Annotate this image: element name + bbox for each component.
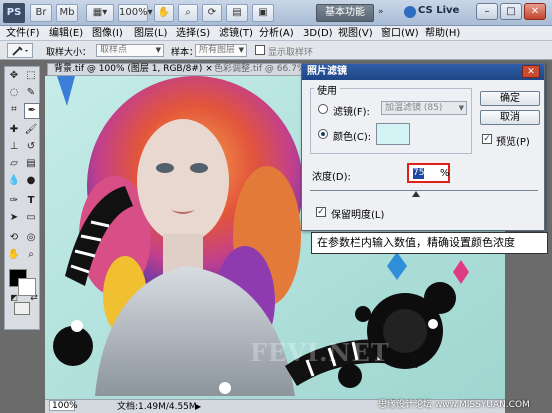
workspace-chevron-icon[interactable]: »	[378, 7, 384, 17]
3d-rotate-icon[interactable]: ⟲	[7, 231, 21, 245]
document-size: 文档:1.49M/4.55M	[117, 402, 197, 412]
menu-filter[interactable]: 滤镜(T)	[219, 27, 253, 40]
menu-select[interactable]: 选择(S)	[176, 27, 210, 40]
menu-file[interactable]: 文件(F)	[6, 27, 40, 40]
eyedropper-tool-icon[interactable]: ✒	[24, 103, 40, 119]
blur-tool-icon[interactable]: 💧	[7, 174, 21, 188]
photoshop-logo: PS	[3, 3, 25, 23]
show-ring-checkbox[interactable]	[255, 45, 265, 55]
menu-image[interactable]: 图像(I)	[92, 27, 123, 40]
clone-stamp-icon[interactable]: ⊥	[7, 140, 21, 154]
menu-window[interactable]: 窗口(W)	[381, 27, 419, 40]
sample-size-label: 取样大小：	[46, 48, 92, 58]
dodge-tool-icon[interactable]: ●	[24, 174, 38, 188]
tool-preset-picker[interactable]	[7, 43, 33, 58]
cs-live-icon	[404, 6, 416, 18]
view-extras-button[interactable]: ▦▾	[86, 4, 114, 22]
crop-tool-icon[interactable]: ⌗	[7, 103, 21, 117]
screen-mode-icon[interactable]: ▣	[252, 4, 274, 22]
eyedropper-icon	[12, 46, 28, 56]
menu-bar: 文件(F) 编辑(E) 图像(I) 图层(L) 选择(S) 滤镜(T) 分析(A…	[0, 26, 552, 41]
move-tool-icon[interactable]: ✥	[7, 69, 21, 83]
preserve-luminosity-checkbox[interactable]: ✓	[316, 207, 326, 217]
quick-mask-button[interactable]	[14, 302, 30, 315]
preview-label: 预览(P)	[496, 137, 530, 148]
ok-button[interactable]: 确定	[480, 91, 540, 106]
dialog-title: 照片滤镜	[302, 64, 544, 80]
workspace-button[interactable]: 基本功能	[316, 4, 374, 22]
cs-live-menu[interactable]: CS Live	[418, 5, 459, 16]
show-ring-label: 显示取样环	[268, 48, 314, 58]
filter-radio[interactable]	[318, 104, 328, 114]
hand-tool-icon[interactable]: ✋	[7, 248, 21, 262]
chevron-down-icon: ▼	[458, 104, 464, 112]
cancel-button[interactable]: 取消	[480, 110, 540, 125]
menu-layer[interactable]: 图层(L)	[134, 27, 167, 40]
sample-select[interactable]: 所有图层 ▼	[195, 44, 247, 57]
title-bar: PS Br Mb ▦▾ 100%▾ ✋ ⌕ ⟳ ▤ ▣ 基本功能 » CS Li…	[0, 0, 552, 26]
maximize-icon[interactable]: □	[500, 3, 522, 20]
color-swatch[interactable]	[376, 123, 410, 145]
use-group-label: 使用	[314, 82, 340, 97]
rotate-view-icon[interactable]: ⟳	[202, 4, 222, 22]
color-radio[interactable]	[318, 129, 328, 139]
density-slider-thumb[interactable]	[412, 191, 420, 197]
minibridge-button[interactable]: Mb	[56, 4, 78, 22]
menu-view[interactable]: 视图(V)	[338, 27, 373, 40]
color-radio-label: 颜色(C):	[333, 132, 372, 143]
shape-tool-icon[interactable]: ▭	[24, 211, 38, 225]
quick-select-tool-icon[interactable]: ✎	[24, 86, 38, 100]
type-tool-icon[interactable]: T	[24, 194, 38, 208]
density-input[interactable]: 75	[413, 168, 424, 179]
preview-checkbox[interactable]: ✓	[482, 134, 492, 144]
arrange-documents-icon[interactable]: ▤	[226, 4, 248, 22]
document-tab-secondary[interactable]: 色彩调整.tif @ 66.7% (RGB/8)	[214, 63, 306, 76]
minimize-icon[interactable]: –	[476, 3, 498, 20]
brush-tool-icon[interactable]: 🖌	[24, 123, 38, 137]
path-select-icon[interactable]: ➤	[7, 211, 21, 225]
eraser-tool-icon[interactable]: ▱	[7, 157, 21, 171]
gradient-tool-icon[interactable]: ▤	[24, 157, 38, 171]
density-unit: %	[440, 168, 450, 179]
marquee-tool-icon[interactable]: ⬚	[24, 69, 38, 83]
zoom-tool-icon[interactable]: ⌕	[178, 4, 198, 22]
zoom-field[interactable]: 100%	[49, 400, 78, 411]
hand-tool-icon[interactable]: ✋	[154, 4, 174, 22]
menu-analysis[interactable]: 分析(A)	[259, 27, 294, 40]
lasso-tool-icon[interactable]: ◌	[7, 86, 21, 100]
3d-orbit-icon[interactable]: ◎	[24, 231, 38, 245]
menu-3d[interactable]: 3D(D)	[303, 27, 333, 40]
close-icon[interactable]: ✕	[522, 65, 540, 78]
status-menu-icon[interactable]: ▶	[195, 401, 201, 413]
pen-tool-icon[interactable]: ✑	[7, 194, 21, 208]
filter-radio-label: 滤镜(F):	[333, 107, 370, 118]
chevron-down-icon: ▼	[155, 46, 161, 54]
density-highlight: 75 %	[407, 163, 450, 183]
menu-help[interactable]: 帮助(H)	[425, 27, 460, 40]
zoom-tool-icon[interactable]: ⌕	[24, 248, 38, 262]
density-slider[interactable]	[310, 190, 538, 191]
sample-size-select[interactable]: 取样点 ▼	[96, 44, 164, 57]
photo-filter-dialog: 照片滤镜 ✕ 使用 滤镜(F): 加温滤镜 (85) ▼ 颜色(C): 浓度(D…	[301, 63, 545, 231]
chevron-down-icon: ▼	[238, 46, 244, 54]
watermark: FEVI.NET	[250, 338, 390, 367]
density-label: 浓度(D):	[312, 172, 351, 183]
corner-watermark: 思缘设计论坛 www.MISSYUAN.COM	[378, 400, 530, 410]
menu-edit[interactable]: 编辑(E)	[49, 27, 83, 40]
filter-select[interactable]: 加温滤镜 (85) ▼	[381, 101, 467, 115]
zoom-level-button[interactable]: 100%▾	[118, 4, 153, 22]
bridge-button[interactable]: Br	[30, 4, 52, 22]
sample-label: 样本：	[171, 48, 199, 58]
options-bar: 取样大小： 取样点 ▼ 样本： 所有图层 ▼ 显示取样环	[0, 41, 552, 60]
tutorial-callout: 在参数栏内输入数值，精确设置颜色浓度	[311, 232, 548, 254]
close-icon[interactable]: ✕	[524, 3, 546, 20]
preserve-luminosity-label: 保留明度(L)	[331, 210, 385, 221]
history-brush-icon[interactable]: ↺	[24, 140, 38, 154]
background-color-swatch[interactable]	[18, 278, 36, 296]
healing-brush-icon[interactable]: ✚	[7, 123, 21, 137]
